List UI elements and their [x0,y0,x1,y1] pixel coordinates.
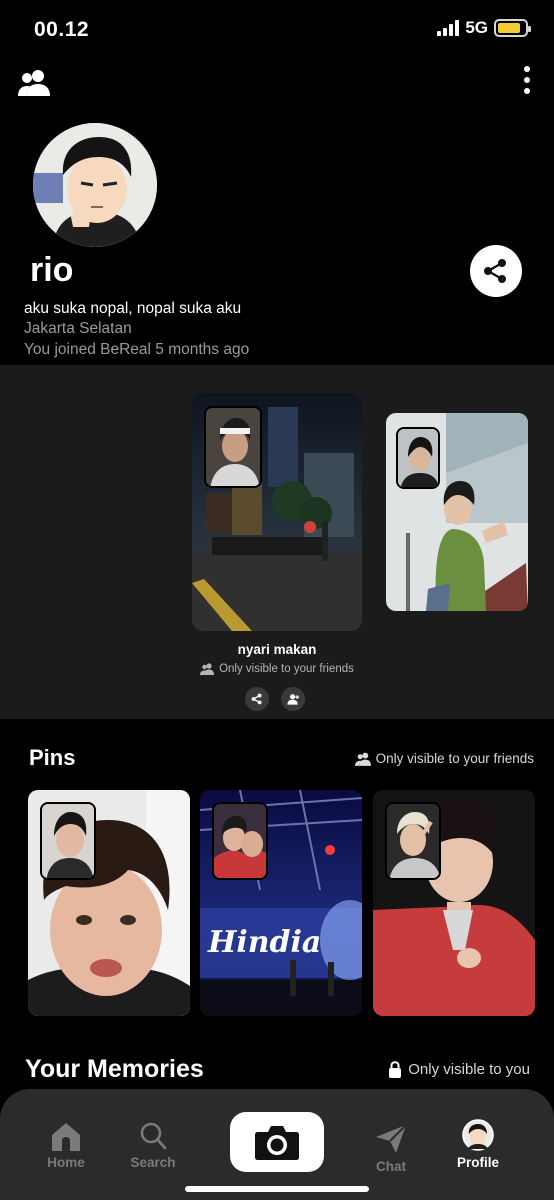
battery-icon [494,19,531,37]
status-indicators: 5G [437,18,531,38]
pins-title: Pins [29,745,76,770]
tab-chat-label: Chat [376,1159,406,1174]
post-caption: nyari makan [237,642,317,657]
pin-overlay-text: Hindia [207,925,321,960]
post-secondary-photo[interactable] [386,413,528,611]
tab-search[interactable]: Search [108,1119,198,1170]
avatar [462,1119,494,1151]
friends-icon [200,663,215,675]
home-indicator [185,1186,369,1192]
post-visibility: Only visible to your friends [192,663,362,675]
pin-item[interactable] [373,790,535,1016]
friends-icon[interactable] [16,68,52,98]
signal-icon [437,20,460,36]
share-post-button[interactable] [245,687,269,711]
send-icon [376,1124,407,1153]
post-selfie-inset[interactable] [204,406,262,488]
pin-item[interactable]: Hindia [200,790,362,1016]
pins-visibility: Only visible to your friends [354,751,534,766]
profile-bio: aku suka nopal, nopal suka aku [24,300,242,317]
share-profile-button[interactable] [470,245,522,297]
tab-home[interactable]: Home [21,1119,111,1170]
search-icon [140,1122,167,1150]
profile-joined: You joined BeReal 5 months ago [24,341,250,358]
tab-home-label: Home [47,1155,85,1170]
home-icon [52,1123,80,1151]
tab-profile-label: Profile [456,1155,499,1170]
profile-avatar[interactable] [33,123,157,247]
tab-chat[interactable]: Chat [346,1123,436,1174]
status-time: 00.12 [34,18,90,41]
post-visibility-label: Only visible to your friends [219,663,354,675]
camera-icon [255,1126,299,1160]
post-actions [245,687,305,711]
tag-friend-button[interactable] [281,687,305,711]
tab-search-label: Search [130,1155,176,1170]
memories-visibility-label: Only visible to you [408,1061,530,1078]
profile-location: Jakarta Selatan [24,320,132,337]
memories-title: Your Memories [25,1055,204,1083]
pin-selfie-inset [212,802,268,880]
share-icon [484,259,506,283]
pin-item[interactable] [28,790,190,1016]
memories-visibility: Only visible to you [388,1061,530,1078]
pin-selfie-inset [40,802,96,880]
network-type: 5G [465,18,488,37]
pins-visibility-label: Only visible to your friends [375,751,534,766]
camera-button[interactable] [230,1112,324,1172]
post-secondary-selfie-inset[interactable] [396,427,440,489]
pin-selfie-inset [385,802,441,880]
more-options-icon[interactable] [522,66,532,94]
bottom-tab-bar: Home Search Chat Profile [0,1089,554,1200]
lock-icon [389,1061,402,1078]
username: rio [30,251,74,289]
tab-profile[interactable]: Profile [433,1119,523,1170]
latest-post-section: nyari makan Only visible to your friends [0,365,554,719]
friends-icon [354,752,371,766]
share-icon [251,693,262,705]
post-main-photo[interactable] [192,393,362,631]
status-bar: 00.12 5G [0,0,554,60]
add-person-icon [286,694,299,705]
